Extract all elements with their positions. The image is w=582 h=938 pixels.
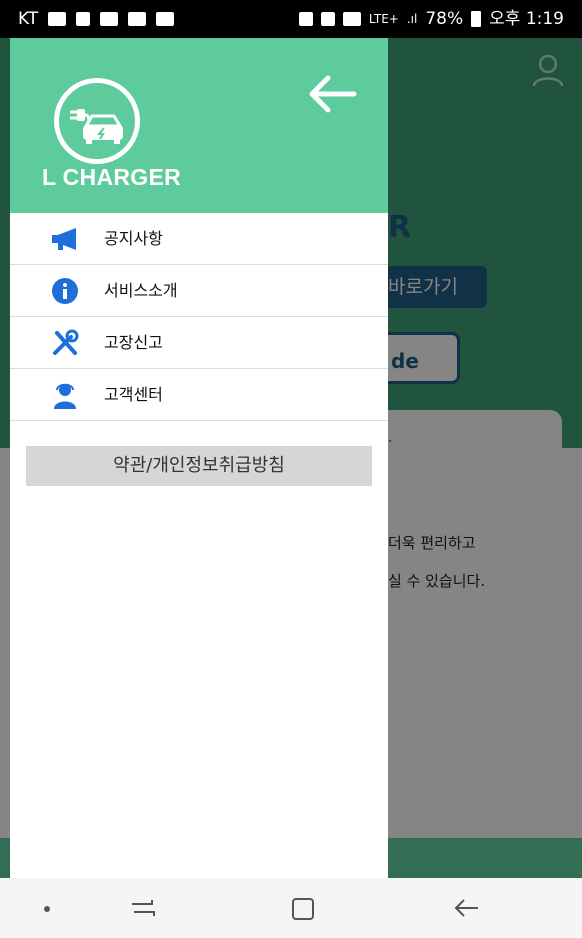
home-icon[interactable] — [290, 896, 316, 922]
clock: 오후 1:19 — [489, 9, 564, 29]
system-navigation-bar — [0, 878, 582, 938]
bluetooth-status-icon — [298, 12, 313, 26]
menu-item-service-intro[interactable]: 서비스소개 — [10, 265, 388, 317]
image-notification-icon — [156, 12, 175, 26]
app-notification-icon — [128, 12, 147, 26]
menu-item-customer-center[interactable]: 고객센터 — [10, 369, 388, 421]
battery-icon — [471, 11, 482, 27]
system-back-icon[interactable] — [452, 896, 480, 920]
ev-car-logo-icon — [70, 109, 123, 144]
recent-apps-icon[interactable] — [128, 896, 158, 920]
drawer-header: L CHARGER — [10, 38, 388, 213]
megaphone-icon — [50, 225, 80, 253]
carrier-label: KT — [18, 9, 39, 29]
battery-percent: 78% — [425, 9, 464, 29]
bluetooth-icon — [76, 12, 91, 26]
back-arrow-icon[interactable] — [306, 74, 358, 114]
mute-icon — [320, 12, 335, 26]
message-icon — [48, 12, 67, 26]
status-bar: KT LTE+ .ıl 78% 오후 1:19 — [0, 0, 582, 38]
menu-item-notice[interactable]: 공지사항 — [10, 213, 388, 265]
hd-icon — [342, 12, 361, 26]
brand-name: L CHARGER — [42, 164, 182, 190]
terms-privacy-button[interactable]: 약관/개인정보취급방침 — [26, 446, 372, 486]
menu-item-fault-report[interactable]: 고장신고 — [10, 317, 388, 369]
drawer-menu: 공지사항 서비스소개 고장신고 고객센터 — [10, 213, 388, 421]
menu-label-service-intro: 서비스소개 — [104, 281, 178, 300]
signal-icon: .ıl — [406, 12, 418, 26]
talk-icon — [100, 12, 119, 26]
tools-icon — [50, 329, 80, 357]
network-label: LTE+ — [368, 12, 399, 26]
navigation-drawer: L CHARGER 공지사항 서비스소개 고장신고 고객센터 약관/개인정보취급… — [10, 38, 388, 878]
info-icon — [50, 277, 80, 305]
menu-label-fault-report: 고장신고 — [104, 333, 163, 352]
menu-label-customer-center: 고객센터 — [104, 385, 163, 404]
menu-label-notice: 공지사항 — [104, 229, 163, 248]
nav-dot-icon — [44, 906, 50, 912]
support-agent-icon — [50, 381, 80, 409]
